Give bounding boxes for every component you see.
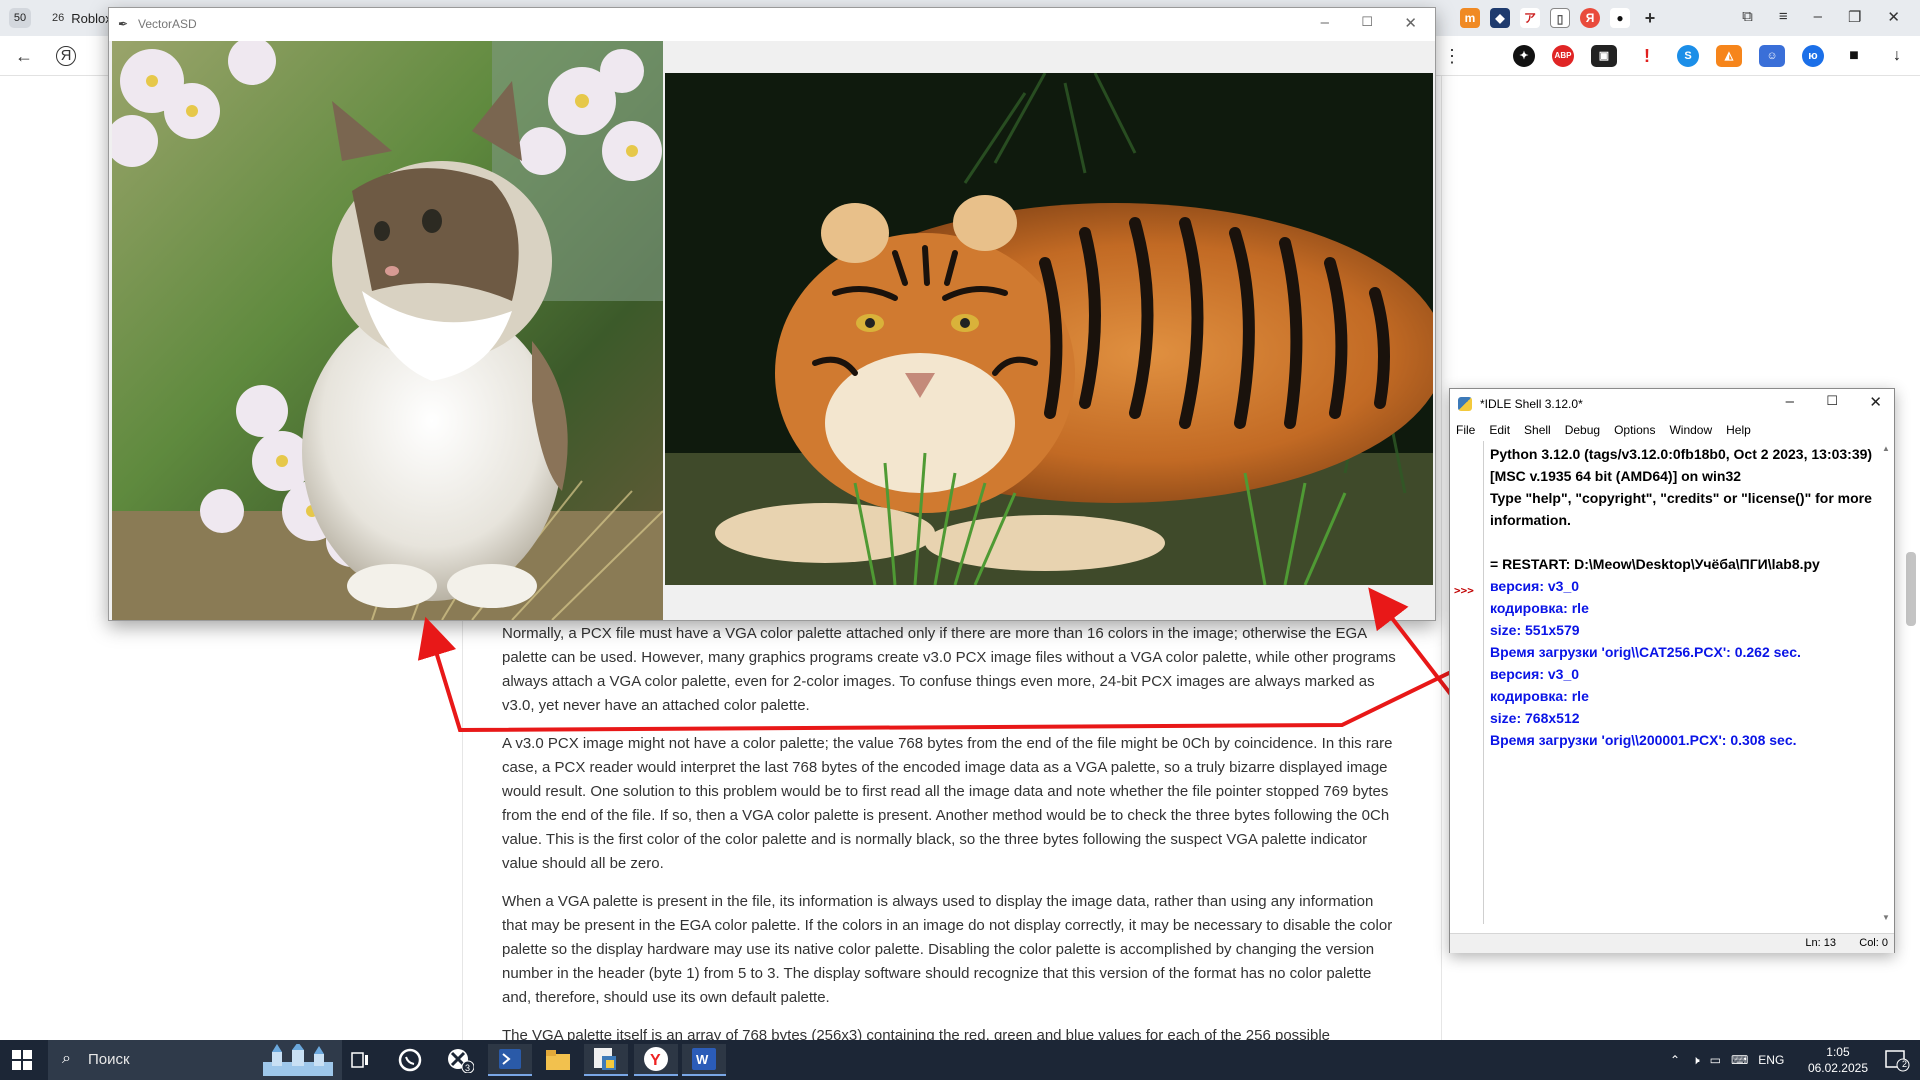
- idle-status-bar: Ln: 13 Col: 0: [1450, 933, 1894, 953]
- menu-help[interactable]: Help: [1726, 419, 1751, 441]
- idle-banner-line: Python 3.12.0 (tags/v3.12.0:0fb18b0, Oct…: [1490, 446, 1873, 484]
- powershell-icon[interactable]: [488, 1044, 532, 1076]
- python-icon: [1458, 397, 1472, 411]
- svg-text:W: W: [696, 1052, 709, 1067]
- notifications-icon[interactable]: 2: [1884, 1048, 1910, 1072]
- search-highlight-illustration: [263, 1044, 333, 1076]
- maximize-icon[interactable]: ☐: [1826, 393, 1838, 409]
- notification-count: 2: [1901, 1059, 1907, 1069]
- idle-output-area[interactable]: Python 3.12.0 (tags/v3.12.0:0fb18b0, Oct…: [1490, 443, 1878, 751]
- windows-start-icon[interactable]: [12, 1050, 32, 1070]
- idle-restart-line: = RESTART: D:\Meow\Desktop\Учёба\ПГИ\lab…: [1490, 556, 1820, 572]
- search-placeholder: Поиск: [88, 1051, 130, 1068]
- keyboard-icon[interactable]: ⌨: [1731, 1053, 1748, 1067]
- idle-menu-bar: File Edit Shell Debug Options Window Hel…: [1450, 419, 1894, 441]
- python-idle-taskbar-icon[interactable]: [584, 1044, 628, 1076]
- scroll-up-icon[interactable]: ▲: [1881, 444, 1891, 453]
- minimize-icon[interactable]: –: [1786, 393, 1794, 410]
- xbox-icon[interactable]: 3: [438, 1044, 482, 1076]
- idle-prompt-gutter: >>>: [1450, 441, 1484, 924]
- svg-text:Y: Y: [650, 1052, 661, 1069]
- idle-output-line: версия: v3_0: [1490, 578, 1580, 594]
- scroll-down-icon[interactable]: ▼: [1881, 913, 1891, 922]
- idle-scrollbar[interactable]: ▲ ▼: [1881, 444, 1891, 922]
- volume-icon[interactable]: 🕨: [1692, 1053, 1700, 1068]
- idle-output-line: кодировка: rle: [1490, 688, 1589, 704]
- idle-output-line: Время загрузки 'orig\\CAT256.PCX': 0.262…: [1490, 644, 1801, 660]
- menu-debug[interactable]: Debug: [1565, 419, 1600, 441]
- idle-banner-line: Type "help", "copyright", "credits" or "…: [1490, 490, 1872, 528]
- idle-output-line: size: 768x512: [1490, 710, 1580, 726]
- menu-options[interactable]: Options: [1614, 419, 1655, 441]
- system-tray: ⌃ 🕨 ▭ ⌨ ENG: [1670, 1040, 1794, 1080]
- idle-prompt: >>>: [1454, 584, 1474, 597]
- idle-output-line: size: 551x579: [1490, 622, 1580, 638]
- menu-window[interactable]: Window: [1669, 419, 1712, 441]
- idle-output-line: Время загрузки 'orig\\200001.PCX': 0.308…: [1490, 732, 1797, 748]
- file-explorer-icon[interactable]: [536, 1044, 580, 1076]
- menu-file[interactable]: File: [1456, 419, 1475, 441]
- status-line: Ln: 13: [1805, 937, 1836, 949]
- search-icon: ⌕: [62, 1050, 71, 1067]
- svg-text:3: 3: [465, 1063, 470, 1073]
- taskbar-clock[interactable]: 1:05 06.02.2025: [1808, 1044, 1868, 1076]
- yandex-browser-icon[interactable]: Y: [634, 1044, 678, 1076]
- idle-blank-line: [1490, 531, 1878, 553]
- task-view-icon[interactable]: [338, 1044, 382, 1076]
- language-indicator[interactable]: ENG: [1758, 1053, 1784, 1067]
- idle-output-line: версия: v3_0: [1490, 666, 1580, 682]
- tray-expand-icon[interactable]: ⌃: [1670, 1053, 1680, 1067]
- arrow-to-kitten: [417, 616, 1487, 733]
- clock-time: 1:05: [1826, 1045, 1850, 1059]
- word-icon[interactable]: W: [682, 1044, 726, 1076]
- idle-shell-window: *IDLE Shell 3.12.0* – ☐ ✕ File Edit Shel…: [1449, 388, 1895, 953]
- idle-output-line: кодировка: rle: [1490, 600, 1589, 616]
- status-column: Col: 0: [1859, 937, 1888, 949]
- idle-title: *IDLE Shell 3.12.0*: [1480, 397, 1583, 411]
- menu-shell[interactable]: Shell: [1524, 419, 1551, 441]
- taskbar-search[interactable]: ⌕ Поиск: [48, 1040, 342, 1080]
- idle-title-bar[interactable]: *IDLE Shell 3.12.0* – ☐ ✕: [1450, 389, 1894, 419]
- menu-edit[interactable]: Edit: [1489, 419, 1510, 441]
- clock-date: 06.02.2025: [1807, 1061, 1868, 1075]
- network-icon[interactable]: ▭: [1710, 1053, 1721, 1067]
- whatsapp-icon[interactable]: [388, 1044, 432, 1076]
- close-icon[interactable]: ✕: [1869, 393, 1882, 411]
- taskbar: ⌕ Поиск 3 Y W ⌃ 🕨 ▭ ⌨ ENG 1:05 06.02.202…: [0, 1040, 1920, 1080]
